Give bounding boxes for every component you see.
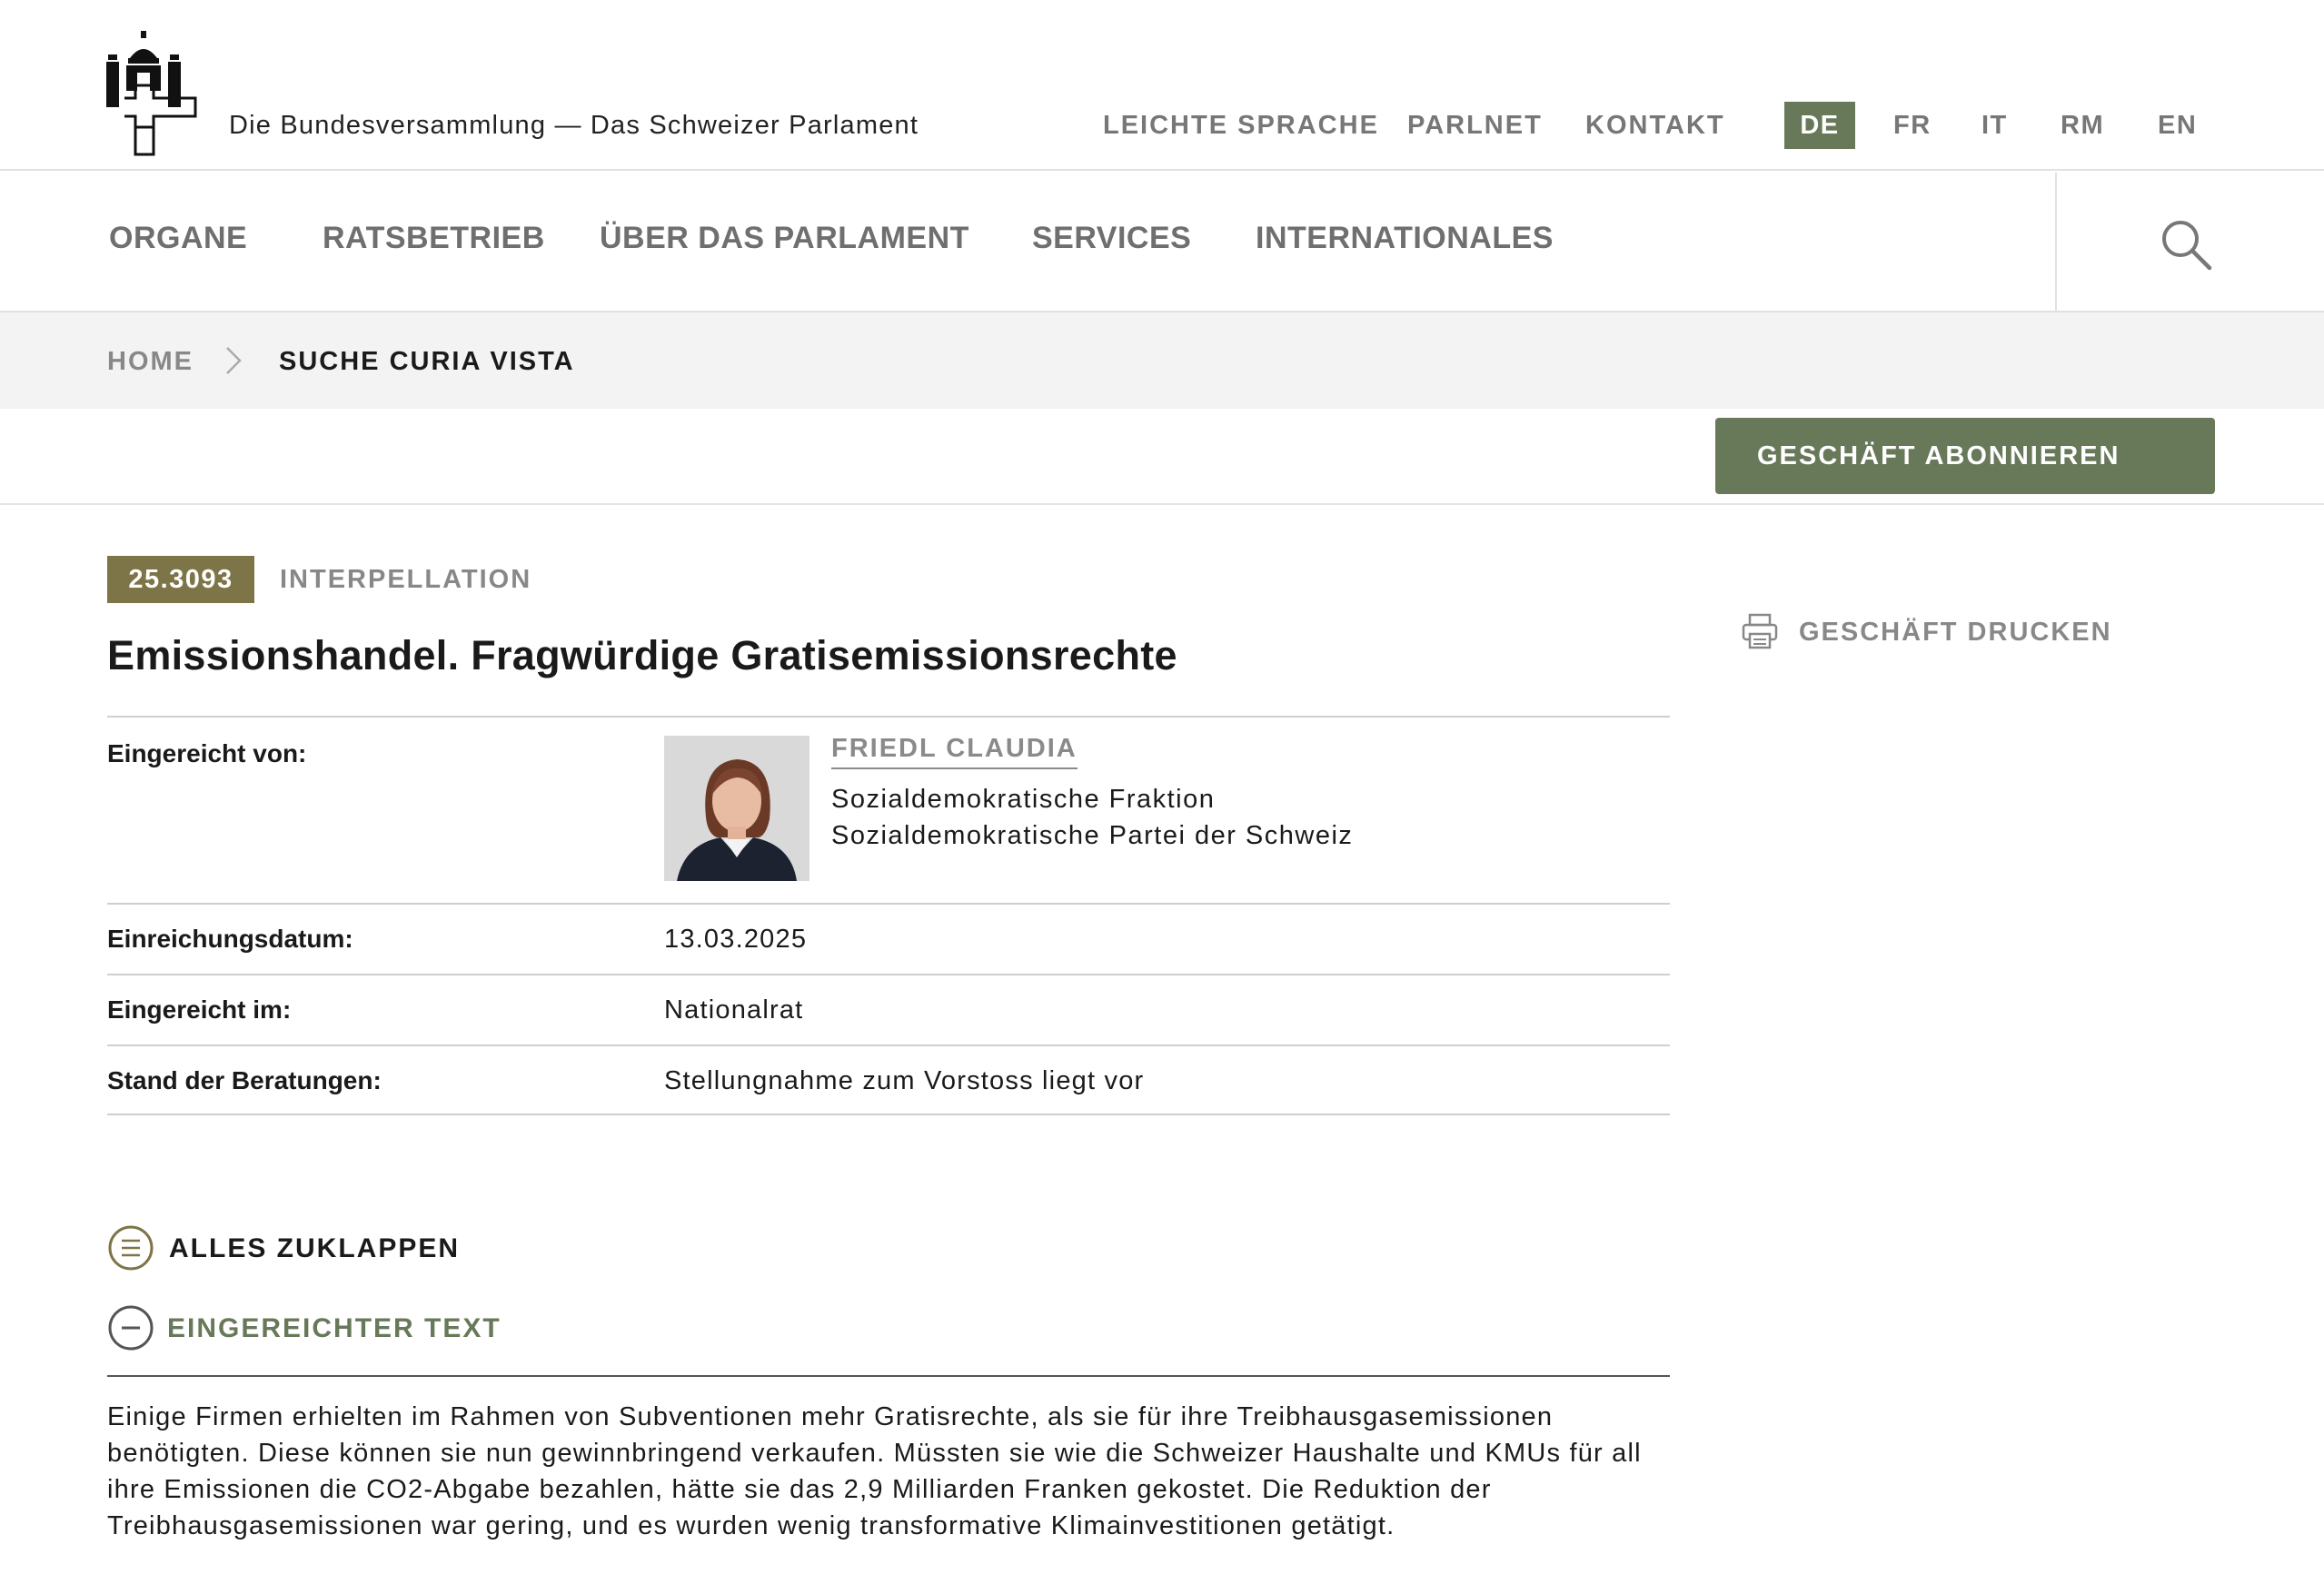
- business-number-badge: 25.3093: [107, 556, 254, 603]
- detail-label: Einreichungsdatum:: [107, 925, 353, 953]
- language-en[interactable]: EN: [2158, 111, 2197, 141]
- section-toggle-submitted-text[interactable]: EINGEREICHTER TEXT: [107, 1302, 1670, 1377]
- author-portrait: [664, 736, 809, 881]
- chevron-right-icon: [226, 347, 242, 374]
- search-icon[interactable]: [2159, 217, 2213, 272]
- breadcrumb: HOME SUCHE CURIA VISTA: [0, 312, 2324, 409]
- detail-value: 13.03.2025: [664, 925, 808, 954]
- action-bar: GESCHÄFT ABONNIEREN: [0, 409, 2324, 505]
- parliament-logo[interactable]: [104, 31, 201, 158]
- top-bar: Die Bundesversammlung — Das Schweizer Pa…: [0, 0, 2324, 171]
- minus-circle-icon: [108, 1305, 154, 1351]
- detail-row-status: Stand der Beratungen: Stellungnahme zum …: [107, 1044, 1670, 1115]
- detail-row-date: Einreichungsdatum: 13.03.2025: [107, 903, 1670, 974]
- submitted-text: Einige Firmen erhielten im Rahmen von Su…: [107, 1399, 1670, 1544]
- breadcrumb-home[interactable]: HOME: [107, 347, 194, 377]
- site-title: Die Bundesversammlung — Das Schweizer Pa…: [229, 111, 919, 140]
- detail-value: Nationalrat: [664, 995, 804, 1025]
- page-title: Emissionshandel. Fragwürdige Gratisemiss…: [107, 632, 1177, 678]
- print-label: GESCHÄFT DRUCKEN: [1799, 618, 2112, 647]
- meta-link-kontakt[interactable]: KONTAKT: [1585, 111, 1725, 141]
- text-line: ihre Emissionen die CO2-Abgabe bezahlen,…: [107, 1475, 1492, 1504]
- language-fr[interactable]: FR: [1893, 111, 1932, 141]
- text-line: benötigten. Diese können sie nun gewinnb…: [107, 1439, 1642, 1468]
- business-type: INTERPELLATION: [280, 565, 532, 594]
- detail-value: Stellungnahme zum Vorstoss liegt vor: [664, 1066, 1145, 1095]
- author-party: Sozialdemokratische Partei der Schweiz: [831, 821, 1354, 850]
- nav-divider: [2055, 173, 2057, 312]
- list-circle-icon: [108, 1225, 154, 1271]
- nav-services[interactable]: SERVICES: [1032, 221, 1191, 256]
- meta-link-parlnet[interactable]: PARLNET: [1407, 111, 1543, 141]
- detail-label: Stand der Beratungen:: [107, 1066, 382, 1094]
- meta-link-leichte-sprache[interactable]: LEICHTE SPRACHE: [1103, 111, 1379, 141]
- detail-row-council: Eingereicht im: Nationalrat: [107, 974, 1670, 1044]
- printer-icon: [1742, 613, 1778, 649]
- breadcrumb-current: SUCHE CURIA VISTA: [279, 347, 575, 376]
- detail-label: Eingereicht von:: [107, 739, 307, 767]
- nav-ratsbetrieb[interactable]: RATSBETRIEB: [323, 221, 545, 256]
- language-de[interactable]: DE: [1784, 102, 1855, 149]
- collapse-all-label: ALLES ZUKLAPPEN: [169, 1233, 461, 1263]
- author-name-link[interactable]: FRIEDL CLAUDIA: [831, 734, 1078, 769]
- language-it[interactable]: IT: [1981, 111, 2008, 141]
- nav-internationales[interactable]: INTERNATIONALES: [1256, 221, 1554, 256]
- detail-row-submitted-by: Eingereicht von: FRIEDL CLAUDIA Sozialde…: [107, 716, 1670, 903]
- subscribe-button[interactable]: GESCHÄFT ABONNIEREN: [1715, 418, 2215, 494]
- details-table: Eingereicht von: FRIEDL CLAUDIA Sozialde…: [107, 716, 1670, 1115]
- section-heading: EINGEREICHTER TEXT: [167, 1313, 502, 1343]
- text-line: Treibhausgasemissionen war gering, und e…: [107, 1511, 1395, 1540]
- language-rm[interactable]: RM: [2061, 111, 2104, 141]
- nav-organe[interactable]: ORGANE: [109, 221, 247, 256]
- nav-ueber-das-parlament[interactable]: ÜBER DAS PARLAMENT: [600, 221, 969, 256]
- author-faction: Sozialdemokratische Fraktion: [831, 785, 1216, 814]
- main-navigation: ORGANE RATSBETRIEB ÜBER DAS PARLAMENT SE…: [0, 173, 2324, 312]
- detail-label: Eingereicht im:: [107, 995, 292, 1024]
- text-line: Einige Firmen erhielten im Rahmen von Su…: [107, 1402, 1554, 1431]
